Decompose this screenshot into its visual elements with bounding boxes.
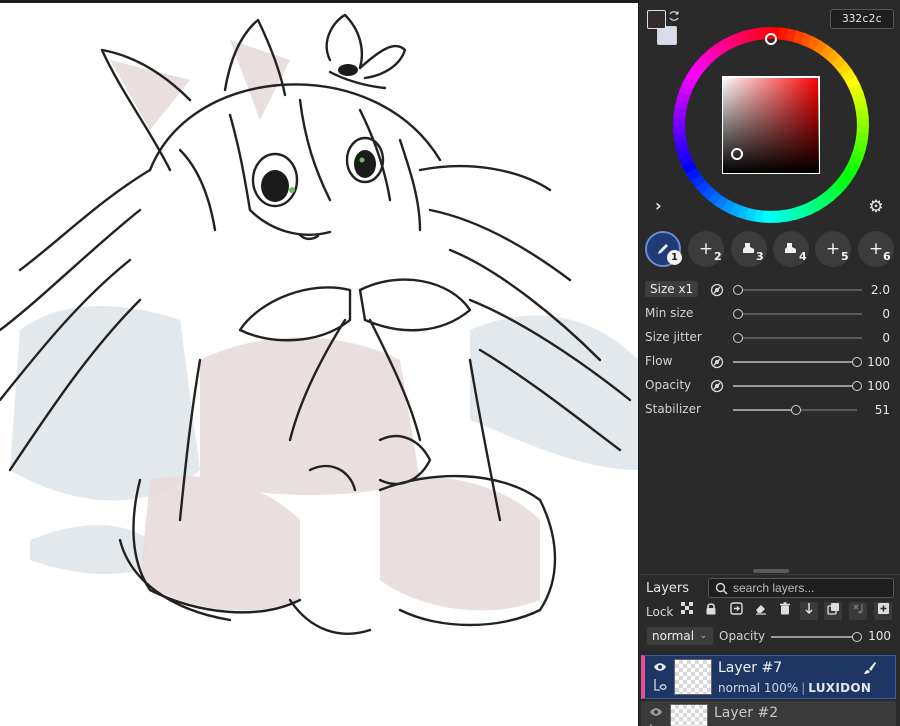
duplicate-layer-icon[interactable] bbox=[824, 602, 842, 620]
brush-slot-number: 2 bbox=[714, 250, 722, 263]
blend-mode-select[interactable]: normal ⌄ bbox=[647, 627, 713, 645]
eye-icon[interactable] bbox=[649, 707, 663, 717]
layer-name: Layer #2 bbox=[714, 705, 779, 721]
min-size-slider[interactable] bbox=[733, 309, 862, 319]
layer-opacity-slider[interactable] bbox=[771, 632, 862, 642]
hex-color-input[interactable]: 332c2c bbox=[830, 9, 894, 29]
layer-meta: normal 100% | LUXIDON bbox=[718, 681, 872, 695]
stamp-icon bbox=[743, 243, 754, 253]
foreground-color-swatch[interactable] bbox=[647, 10, 666, 29]
size-jitter-slider-knob[interactable] bbox=[733, 333, 743, 343]
flow-value: 100 bbox=[867, 355, 890, 369]
stabilizer-label: Stabilizer bbox=[645, 402, 701, 416]
size-slider[interactable] bbox=[733, 285, 862, 295]
gear-icon[interactable]: ⚙ bbox=[867, 198, 885, 216]
plus-icon: + bbox=[825, 239, 841, 259]
pressure-icon[interactable] bbox=[710, 379, 724, 393]
layer-row-selected[interactable]: Layer #7 normal 100% | LUXIDON bbox=[641, 655, 896, 699]
flow-label: Flow bbox=[645, 354, 673, 368]
chevron-right-icon[interactable]: › bbox=[655, 198, 669, 214]
brush-slot-number: 1 bbox=[667, 250, 682, 265]
clip-layer-icon[interactable] bbox=[849, 602, 867, 620]
chevron-down-icon: ⌄ bbox=[699, 631, 707, 641]
layer-owner-tag: LUXIDON bbox=[808, 681, 872, 695]
stabilizer-value: 51 bbox=[874, 403, 890, 417]
lock-icon[interactable] bbox=[702, 602, 720, 620]
pressure-icon[interactable] bbox=[710, 355, 724, 369]
layer-thumbnail bbox=[674, 659, 712, 695]
search-layers-input[interactable]: search layers... bbox=[708, 578, 894, 598]
layer-blend-mode: normal bbox=[718, 681, 761, 695]
layer-row[interactable]: Layer #2 bbox=[641, 701, 896, 726]
brush-slot-number: 3 bbox=[756, 250, 764, 263]
drawing-canvas[interactable] bbox=[0, 0, 638, 726]
plus-icon: + bbox=[698, 239, 714, 259]
layer-link-icon[interactable] bbox=[653, 678, 667, 692]
size-jitter-slider[interactable] bbox=[733, 333, 862, 343]
size-multiplier-button[interactable]: Size x1 bbox=[645, 281, 699, 297]
flow-slider[interactable] bbox=[733, 357, 862, 367]
pressure-icon[interactable] bbox=[710, 283, 724, 297]
opacity-value: 100 bbox=[867, 379, 890, 393]
min-size-slider-knob[interactable] bbox=[733, 309, 743, 319]
move-down-icon[interactable] bbox=[800, 602, 818, 620]
layer-name: Layer #7 bbox=[718, 660, 783, 676]
min-size-label: Min size bbox=[645, 306, 694, 320]
size-jitter-value: 0 bbox=[882, 331, 890, 345]
swap-colors-icon[interactable] bbox=[668, 10, 680, 22]
layers-title: Layers bbox=[646, 581, 690, 596]
brush-icon bbox=[864, 662, 876, 674]
lock-label: Lock bbox=[646, 605, 674, 619]
brush-slot-number: 6 bbox=[883, 250, 891, 263]
eraser-icon[interactable] bbox=[751, 602, 769, 620]
stamp-icon bbox=[785, 243, 796, 253]
stabilizer-slider-knob[interactable] bbox=[791, 405, 802, 415]
layers-panel: Layers search layers... Lock normal ⌄ Op… bbox=[639, 574, 900, 726]
layer-opacity: 100% bbox=[763, 681, 799, 695]
opacity-label: Opacity bbox=[645, 378, 692, 392]
brush-slot-number: 4 bbox=[799, 250, 807, 263]
layer-opacity-value: 100 bbox=[868, 629, 891, 643]
add-layer-icon[interactable] bbox=[874, 602, 892, 620]
panel-resize-handle[interactable] bbox=[753, 569, 789, 573]
layer-opacity-label: Opacity bbox=[719, 629, 766, 643]
eye-icon[interactable] bbox=[653, 662, 667, 672]
tool-panel: 332c2c › ⚙ 1 + 2 3 4 + 5 + 6 Size x1 2.0… bbox=[638, 0, 900, 726]
lock-transparency-icon[interactable] bbox=[678, 602, 696, 620]
min-size-value: 0 bbox=[882, 307, 890, 321]
trash-icon[interactable] bbox=[776, 602, 794, 620]
stabilizer-slider[interactable] bbox=[733, 405, 857, 415]
search-icon bbox=[715, 582, 728, 595]
blend-mode-value: normal bbox=[652, 629, 695, 643]
size-value: 2.0 bbox=[870, 283, 890, 297]
size-slider-knob[interactable] bbox=[733, 285, 743, 295]
layer-thumbnail bbox=[670, 704, 708, 726]
color-wheel[interactable] bbox=[673, 27, 869, 223]
artwork bbox=[0, 13, 638, 635]
plus-icon: + bbox=[868, 239, 884, 259]
brush-slot-number: 5 bbox=[841, 250, 849, 263]
size-jitter-label: Size jitter bbox=[645, 330, 702, 344]
opacity-slider[interactable] bbox=[733, 381, 862, 391]
merge-down-icon[interactable] bbox=[727, 602, 745, 620]
